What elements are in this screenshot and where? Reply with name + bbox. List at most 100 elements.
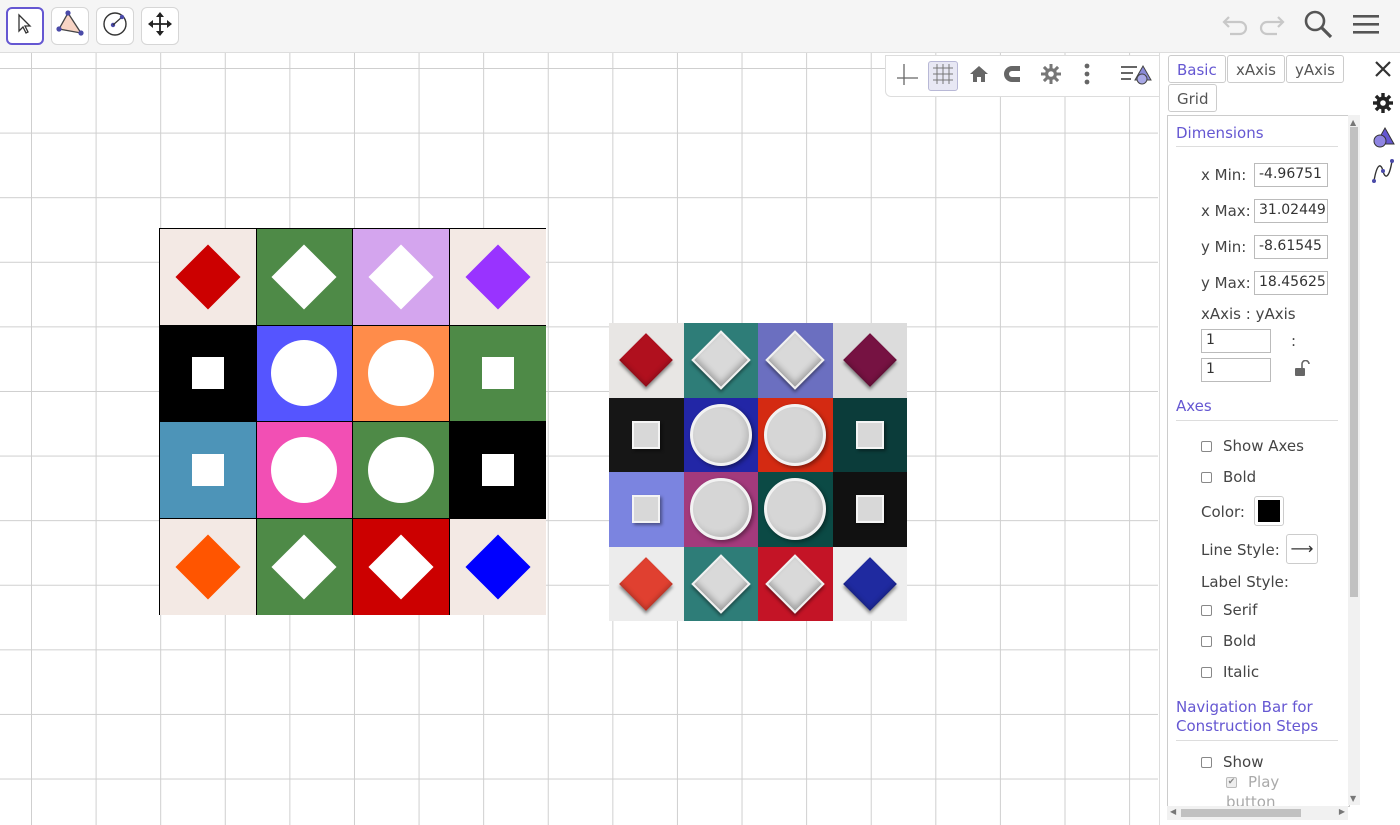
- polygon-tool-button[interactable]: [51, 7, 89, 45]
- graphics-view[interactable]: [0, 53, 1158, 825]
- four-arrows-icon: [147, 11, 173, 41]
- square-shape[interactable]: [481, 357, 514, 390]
- tile-cell[interactable]: [256, 229, 353, 326]
- axes-toggle-button[interactable]: [892, 61, 922, 91]
- ratio-lock-button[interactable]: [1294, 359, 1310, 382]
- bold-label-checkbox[interactable]: [1201, 636, 1212, 647]
- diamond-shape[interactable]: [465, 244, 531, 310]
- serif-checkbox[interactable]: [1201, 605, 1212, 616]
- close-panel-button[interactable]: [1370, 58, 1396, 84]
- tile-cell[interactable]: [449, 518, 546, 615]
- horizontal-scrollbar[interactable]: ◀ ▶: [1167, 806, 1348, 820]
- tile-cell[interactable]: [160, 518, 257, 615]
- diamond-shape[interactable]: [271, 244, 337, 310]
- diamond-shape[interactable]: [368, 244, 434, 310]
- diamond-shape[interactable]: [175, 534, 241, 600]
- tab-yaxis[interactable]: yAxis: [1286, 55, 1344, 83]
- italic-checkbox[interactable]: [1201, 667, 1212, 678]
- axes-toggle-icon: [895, 62, 919, 90]
- play-button-checkbox[interactable]: ✔: [1226, 777, 1237, 788]
- diamond-shape: [842, 556, 897, 611]
- vertical-scrollbar[interactable]: ▲ ▼: [1348, 115, 1360, 805]
- scroll-left-icon[interactable]: ◀: [1170, 807, 1176, 816]
- photo-image[interactable]: [609, 323, 907, 621]
- tile-cell[interactable]: [449, 325, 546, 422]
- line-style-button[interactable]: ⟶: [1286, 534, 1318, 564]
- diamond-shape[interactable]: [368, 534, 434, 600]
- bold-axes-checkbox[interactable]: [1201, 472, 1212, 483]
- xmin-field[interactable]: -4.96751: [1254, 163, 1328, 187]
- circle-shape[interactable]: [271, 436, 338, 503]
- circle-shape: [689, 478, 752, 541]
- circle-shape[interactable]: [367, 340, 434, 407]
- show-nav-checkbox[interactable]: [1201, 757, 1212, 768]
- xmin-label: x Min:: [1201, 166, 1247, 184]
- tile-cell[interactable]: [160, 229, 257, 326]
- vertical-scroll-thumb[interactable]: [1350, 127, 1358, 597]
- photo-tile: [683, 323, 758, 398]
- tile-cell[interactable]: [256, 422, 353, 519]
- tile-cell[interactable]: [256, 518, 353, 615]
- scroll-up-icon[interactable]: ▲: [1350, 118, 1356, 127]
- ymin-field[interactable]: -8.61545: [1254, 235, 1328, 259]
- search-button[interactable]: [1302, 10, 1334, 42]
- diamond-shape[interactable]: [271, 534, 337, 600]
- square-shape[interactable]: [191, 357, 224, 390]
- square-shape[interactable]: [191, 453, 224, 486]
- tile-cell[interactable]: [353, 422, 450, 519]
- section-navigation-title-line2: Construction Steps: [1176, 717, 1319, 735]
- move-tool-button[interactable]: [6, 7, 44, 45]
- xmax-field[interactable]: 31.02449: [1254, 199, 1328, 223]
- tab-grid[interactable]: Grid: [1168, 84, 1218, 112]
- global-settings-button[interactable]: [1370, 92, 1396, 118]
- show-axes-checkbox[interactable]: [1201, 441, 1212, 452]
- tile-cell[interactable]: [256, 325, 353, 422]
- photo-tile: [683, 546, 758, 621]
- undo-icon: [1220, 12, 1250, 40]
- grid-toggle-button[interactable]: [928, 61, 958, 91]
- circle-center-icon: [101, 10, 129, 42]
- point-capturing-button[interactable]: [1000, 61, 1030, 91]
- algebra-settings-button[interactable]: [1370, 159, 1396, 186]
- ratio-y-field[interactable]: 1: [1201, 358, 1271, 382]
- circle-tool-button[interactable]: [96, 7, 134, 45]
- square-shape[interactable]: [481, 453, 514, 486]
- standard-view-button[interactable]: [964, 61, 994, 91]
- ymax-field[interactable]: 18.45625: [1254, 271, 1328, 295]
- tile-cell[interactable]: [353, 518, 450, 615]
- tile-cell[interactable]: [353, 325, 450, 422]
- horizontal-scroll-thumb[interactable]: [1181, 809, 1301, 817]
- diamond-shape[interactable]: [175, 244, 241, 310]
- diamond-shape: [842, 333, 897, 388]
- settings-button[interactable]: [1036, 61, 1066, 91]
- redo-button[interactable]: [1256, 10, 1288, 42]
- axes-color-button[interactable]: [1254, 496, 1284, 526]
- ratio-separator: :: [1291, 332, 1297, 350]
- ratio-x-field[interactable]: 1: [1201, 329, 1271, 353]
- line-style-label: Line Style:: [1201, 541, 1280, 559]
- circle-shape[interactable]: [367, 436, 434, 503]
- show-nav-label: Show: [1223, 753, 1264, 771]
- tile-cell[interactable]: [449, 229, 546, 326]
- undo-button[interactable]: [1219, 10, 1251, 42]
- tile-cell[interactable]: [449, 422, 546, 519]
- main-menu-button[interactable]: [1350, 10, 1382, 42]
- graphics-settings-button[interactable]: [1370, 126, 1396, 152]
- tab-basic[interactable]: Basic: [1168, 55, 1226, 83]
- tile-board[interactable]: [159, 228, 546, 615]
- tile-cell[interactable]: [353, 229, 450, 326]
- style-bar-toggle-button[interactable]: [1118, 61, 1154, 91]
- scroll-down-icon[interactable]: ▼: [1350, 794, 1356, 803]
- square-shape: [632, 420, 661, 449]
- tile-cell[interactable]: [160, 422, 257, 519]
- tab-xaxis[interactable]: xAxis: [1227, 55, 1285, 83]
- color-swatch: [1258, 500, 1280, 522]
- move-graphics-tool-button[interactable]: [141, 7, 179, 45]
- diamond-shape: [619, 556, 674, 611]
- more-options-button[interactable]: [1072, 61, 1102, 91]
- bold-axes-label: Bold: [1223, 468, 1257, 486]
- tile-cell[interactable]: [160, 325, 257, 422]
- diamond-shape[interactable]: [465, 534, 531, 600]
- circle-shape[interactable]: [271, 340, 338, 407]
- scroll-right-icon[interactable]: ▶: [1339, 807, 1345, 816]
